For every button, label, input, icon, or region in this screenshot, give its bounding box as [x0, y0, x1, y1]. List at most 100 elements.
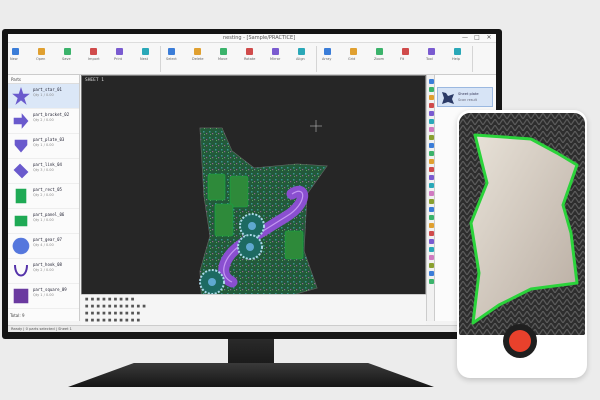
toolstrip-tool-icon[interactable]	[428, 263, 434, 268]
part-info: Qty 1 / 0.00	[33, 293, 54, 297]
part-rect	[214, 203, 234, 237]
part-list-item[interactable]: part_star_01 Qty 1 / 0.00	[8, 84, 79, 109]
toolstrip-tool-icon[interactable]	[428, 159, 434, 164]
ribbon-toolbar: New Open Save Import Print Nest Select Delete Mo…	[8, 43, 496, 75]
minimize-button[interactable]: —	[460, 34, 470, 42]
ribbon-label: Move	[218, 57, 228, 61]
part-list-item[interactable]: part_hook_08 Qty 2 / 0.00	[8, 259, 79, 284]
monitor: nesting - [Sample/PRACTICE] — □ ✕ New Ope…	[2, 29, 502, 339]
ribbon-zoom-icon[interactable]	[376, 48, 383, 55]
part-list-item[interactable]: part_link_04 Qty 3 / 0.00	[8, 159, 79, 184]
ribbon-label: New	[10, 57, 18, 61]
ribbon-grid-icon[interactable]	[350, 48, 357, 55]
ribbon-fit-icon[interactable]	[402, 48, 409, 55]
part-list-item[interactable]: part_plate_03 Qty 1 / 0.00	[8, 134, 79, 159]
ribbon-separator	[316, 46, 317, 72]
ribbon-nest-icon[interactable]	[142, 48, 149, 55]
camera-scan-image	[459, 113, 585, 335]
ribbon-print-icon[interactable]	[116, 48, 123, 55]
toolstrip-tool-icon[interactable]	[428, 135, 434, 140]
ribbon-move-icon[interactable]	[220, 48, 227, 55]
part-list-item[interactable]: part_panel_06 Qty 1 / 0.00	[8, 209, 79, 234]
toolstrip-tool-icon[interactable]	[428, 167, 434, 172]
toolstrip-tool-icon[interactable]	[428, 175, 434, 180]
toolstrip-tool-icon[interactable]	[428, 231, 434, 236]
part-list-item[interactable]: part_bracket_02 Qty 2 / 0.00	[8, 109, 79, 134]
nested-layout	[199, 127, 328, 307]
part-info: Qty 2 / 0.00	[33, 268, 54, 272]
ribbon-delete-icon[interactable]	[194, 48, 201, 55]
ribbon-label: Select	[166, 57, 177, 61]
part-thumbnail-icon	[12, 87, 30, 105]
toolstrip-tool-icon[interactable]	[428, 87, 434, 92]
part-thumbnail-icon	[13, 163, 29, 179]
toolstrip-tool-icon[interactable]	[428, 103, 434, 108]
ribbon-label: Grid	[348, 57, 356, 61]
part-name: part_hook_08	[33, 262, 62, 267]
part-name: part_star_01	[33, 87, 62, 92]
parts-list: part_star_01 Qty 1 / 0.00 part_bracket_02 Q…	[8, 84, 79, 309]
toolstrip-tool-icon[interactable]	[428, 151, 434, 156]
parts-panel-header: Parts	[8, 75, 79, 84]
part-rect	[207, 173, 226, 201]
toolstrip-tool-icon[interactable]	[428, 239, 434, 244]
ribbon-new-icon[interactable]	[12, 48, 19, 55]
toolstrip-tool-icon[interactable]	[428, 247, 434, 252]
toolstrip-tool-icon[interactable]	[428, 183, 434, 188]
ribbon-save-icon[interactable]	[64, 48, 71, 55]
part-info: Qty 4 / 0.00	[33, 243, 54, 247]
toolstrip-tool-icon[interactable]	[428, 95, 434, 100]
ribbon-label: Import	[88, 57, 100, 61]
right-toolstrip	[426, 75, 434, 321]
toolstrip-tool-icon[interactable]	[428, 255, 434, 260]
toolstrip-tool-icon[interactable]	[428, 191, 434, 196]
part-name: part_rect_05	[33, 187, 62, 192]
ribbon-select-icon[interactable]	[168, 48, 175, 55]
ribbon-label: Nest	[140, 57, 148, 61]
monitor-neck	[228, 339, 274, 365]
parts-panel: Parts part_star_01 Qty 1 / 0.00 part_brack…	[8, 75, 80, 321]
ribbon-import-icon[interactable]	[90, 48, 97, 55]
toolstrip-tool-icon[interactable]	[428, 119, 434, 124]
ribbon-rotate-icon[interactable]	[246, 48, 253, 55]
prop-row: ■ ■ ■ ■ ■ ■ ■ ■ ■ ■ ■	[85, 304, 147, 308]
ribbon-open-icon[interactable]	[38, 48, 45, 55]
status-bar: Ready | 0 parts selected | Sheet 1	[8, 325, 496, 332]
toolstrip-tool-icon[interactable]	[428, 207, 434, 212]
toolstrip-tool-icon[interactable]	[428, 111, 434, 116]
sheet-item-info: Scan result	[458, 98, 477, 102]
toolstrip-tool-icon[interactable]	[428, 143, 434, 148]
toolstrip-tool-icon[interactable]	[428, 215, 434, 220]
part-name: part_link_04	[33, 162, 62, 167]
ribbon-mirror-icon[interactable]	[272, 48, 279, 55]
ribbon-label: Mirror	[270, 57, 281, 61]
part-list-item[interactable]: part_square_09 Qty 1 / 0.00	[8, 284, 79, 309]
toolstrip-tool-icon[interactable]	[428, 223, 434, 228]
toolstrip-tool-icon[interactable]	[428, 271, 434, 276]
toolstrip-tool-icon[interactable]	[428, 127, 434, 132]
close-button[interactable]: ✕	[484, 34, 494, 42]
part-name: part_bracket_02	[33, 112, 70, 117]
sheet-item[interactable]: Sheet plate Scan result	[437, 87, 493, 107]
properties-panel: ■ ■ ■ ■ ■ ■ ■ ■ ■ ■ ■ ■ ■ ■ ■ ■ ■ ■ ■ ■ …	[81, 294, 426, 325]
parts-total: Total: 9	[10, 313, 25, 318]
nesting-canvas[interactable]: SHEET 1	[81, 75, 426, 321]
ribbon-align-icon[interactable]	[298, 48, 305, 55]
ribbon-array-icon[interactable]	[324, 48, 331, 55]
toolstrip-tool-icon[interactable]	[428, 199, 434, 204]
ribbon-help-icon[interactable]	[454, 48, 461, 55]
part-gear	[199, 269, 225, 295]
toolstrip-tool-icon[interactable]	[428, 79, 434, 84]
part-thumbnail-icon	[15, 188, 27, 204]
part-info: Qty 1 / 0.00	[33, 143, 54, 147]
ribbon-label: Fit	[400, 57, 405, 61]
toolstrip-tool-icon[interactable]	[428, 279, 434, 284]
part-list-item[interactable]: part_gear_07 Qty 4 / 0.00	[8, 234, 79, 259]
prop-row: ■ ■ ■ ■ ■ ■ ■ ■ ■ ■	[85, 311, 141, 315]
maximize-button[interactable]: □	[472, 34, 482, 42]
ribbon-tool-icon[interactable]	[428, 48, 435, 55]
record-icon[interactable]	[509, 330, 531, 352]
part-list-item[interactable]: part_rect_05 Qty 2 / 0.00	[8, 184, 79, 209]
part-rect	[284, 230, 304, 260]
part-thumbnail-icon	[13, 288, 29, 304]
